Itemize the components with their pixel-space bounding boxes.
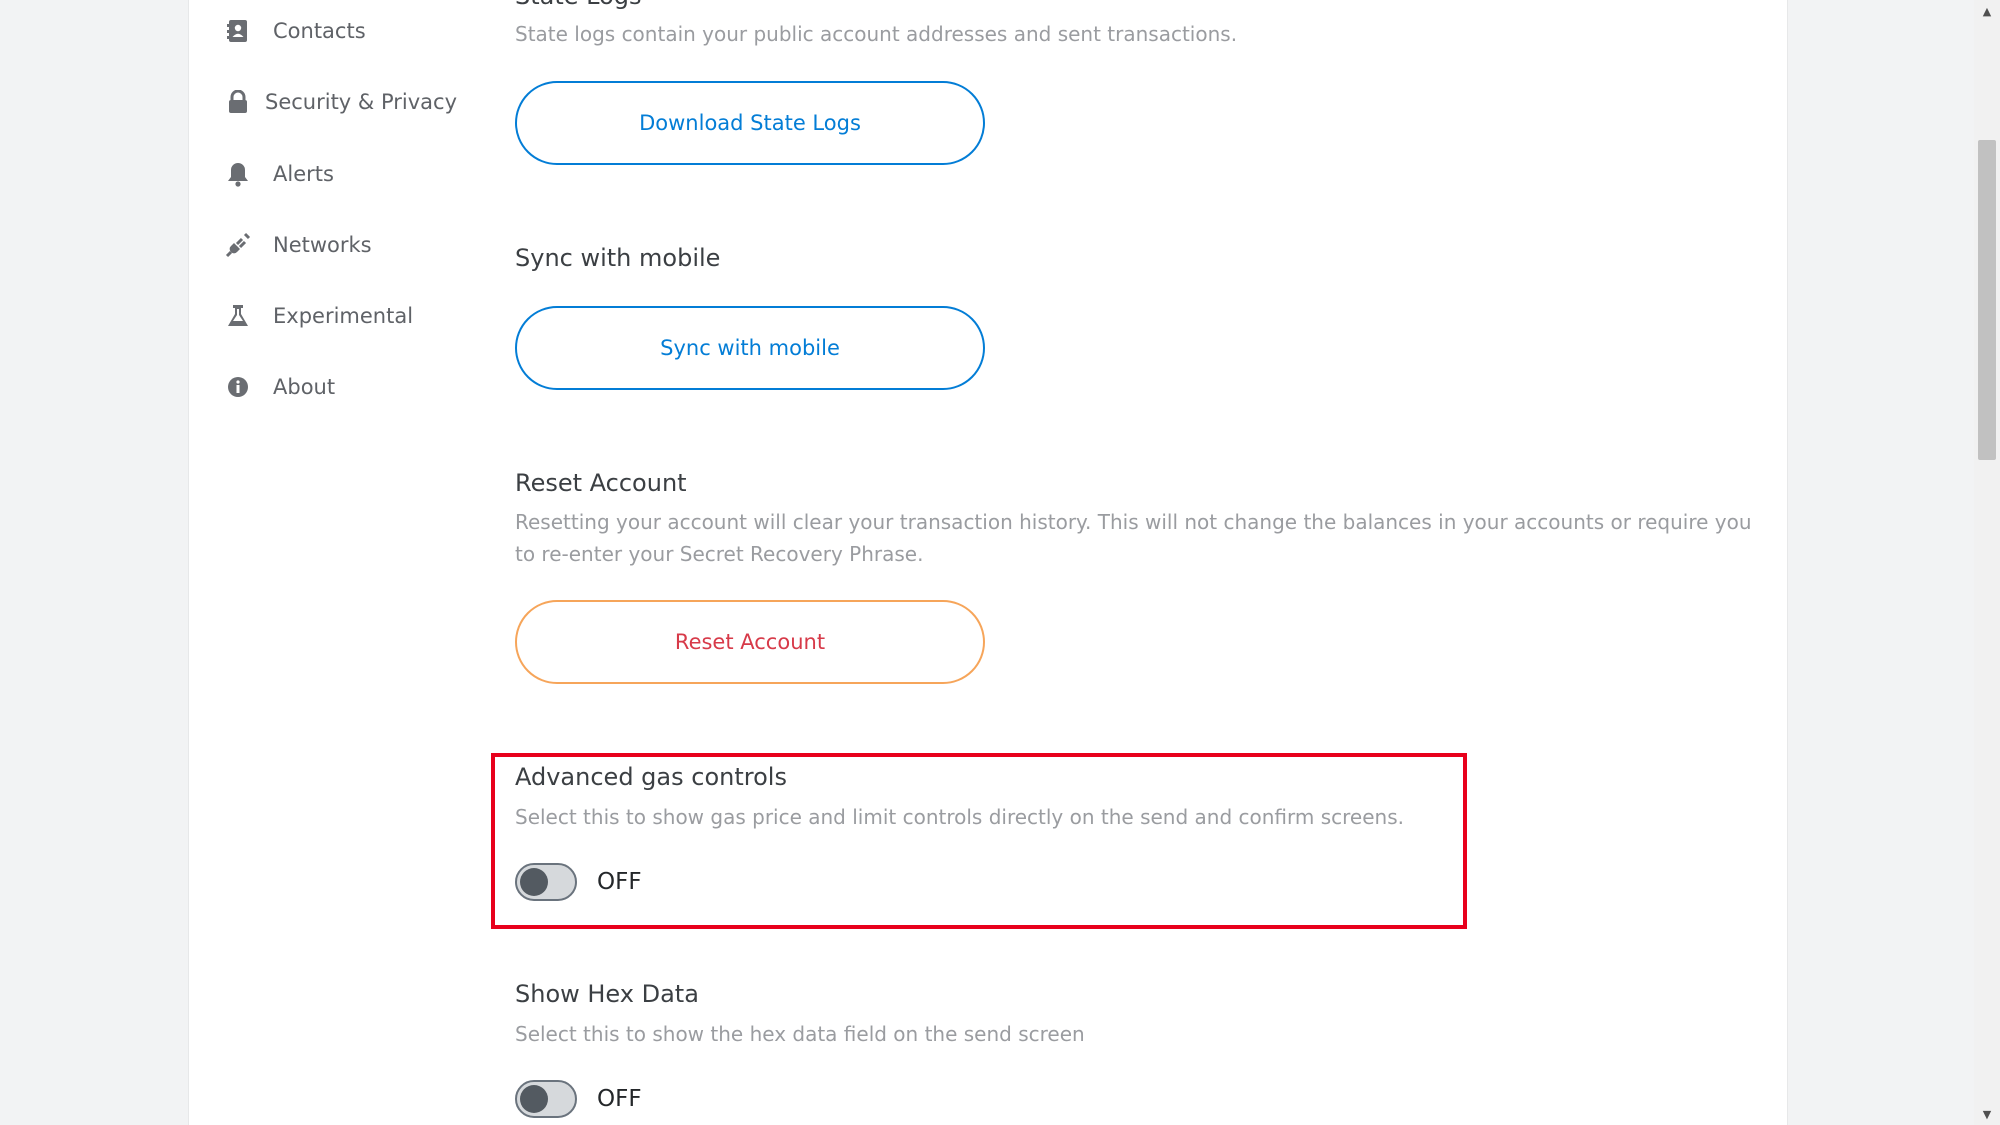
sidebar-item-alerts[interactable]: Alerts (225, 154, 334, 194)
sidebar-item-label: Contacts (273, 19, 366, 43)
sidebar-item-label: Security & Privacy (265, 90, 457, 114)
state-logs-title: State Logs (515, 0, 642, 10)
sidebar-item-contacts[interactable]: Contacts (225, 11, 366, 51)
sidebar-item-networks[interactable]: Networks (225, 225, 372, 265)
state-logs-description: State logs contain your public account a… (515, 22, 1238, 46)
info-icon (225, 374, 251, 400)
scrollbar-thumb[interactable] (1978, 140, 1996, 460)
sidebar-item-experimental[interactable]: Experimental (225, 296, 413, 336)
reset-account-button[interactable]: Reset Account (515, 600, 985, 684)
sync-mobile-title: Sync with mobile (515, 244, 721, 272)
contacts-icon (225, 18, 251, 44)
sidebar-item-security[interactable]: Security & Privacy (225, 82, 457, 122)
reset-account-title: Reset Account (515, 469, 687, 497)
hex-data-toggle-row: OFF (515, 1080, 642, 1118)
settings-sidebar: Contacts Security & Privacy Alerts Netwo… (189, 0, 489, 1125)
sidebar-item-about[interactable]: About (225, 367, 335, 407)
hex-data-toggle[interactable] (515, 1080, 577, 1118)
settings-page: Contacts Security & Privacy Alerts Netwo… (188, 0, 1788, 1125)
hex-data-toggle-state: OFF (597, 1086, 642, 1112)
sidebar-item-label: About (273, 375, 336, 399)
sync-with-mobile-button[interactable]: Sync with mobile (515, 306, 985, 390)
plug-icon (225, 232, 251, 258)
toggle-knob (520, 1085, 548, 1113)
sidebar-item-label: Experimental (273, 304, 414, 328)
vertical-scrollbar[interactable]: ▲ ▼ (1974, 0, 2000, 1125)
flask-icon (225, 303, 251, 329)
bell-icon (225, 161, 251, 187)
download-state-logs-button[interactable]: Download State Logs (515, 81, 985, 165)
scroll-down-arrow-icon[interactable]: ▼ (1974, 1103, 2000, 1125)
highlight-box (491, 753, 1467, 929)
settings-content: State Logs State logs contain your publi… (515, 0, 1775, 1125)
scroll-up-arrow-icon[interactable]: ▲ (1974, 0, 2000, 22)
sidebar-item-label: Alerts (273, 162, 334, 186)
hex-data-title: Show Hex Data (515, 980, 699, 1008)
sidebar-item-label: Networks (273, 233, 372, 257)
hex-data-description: Select this to show the hex data field o… (515, 1022, 1085, 1046)
lock-icon (225, 89, 251, 115)
reset-account-description: Resetting your account will clear your t… (515, 510, 1752, 566)
